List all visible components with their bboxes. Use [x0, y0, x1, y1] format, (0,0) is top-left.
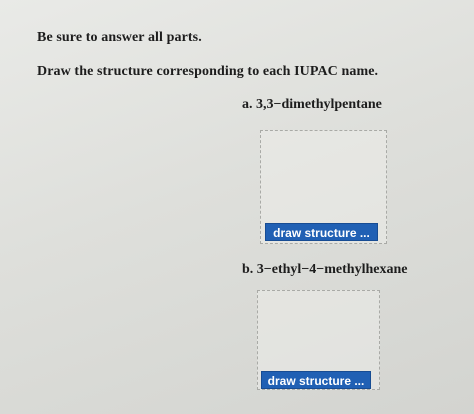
part-b-draw-structure-button[interactable]: draw structure ...	[261, 371, 371, 389]
part-a-label: a. 3,3−dimethylpentane	[242, 97, 382, 112]
part-a-draw-structure-button[interactable]: draw structure ...	[265, 223, 378, 241]
part-b-label: b. 3−ethyl−4−methylhexane	[242, 262, 408, 277]
question-panel: Be sure to answer all parts. Draw the st…	[0, 0, 474, 414]
instruction-draw-structure: Draw the structure corresponding to each…	[37, 64, 379, 79]
instruction-answer-all: Be sure to answer all parts.	[37, 30, 202, 45]
